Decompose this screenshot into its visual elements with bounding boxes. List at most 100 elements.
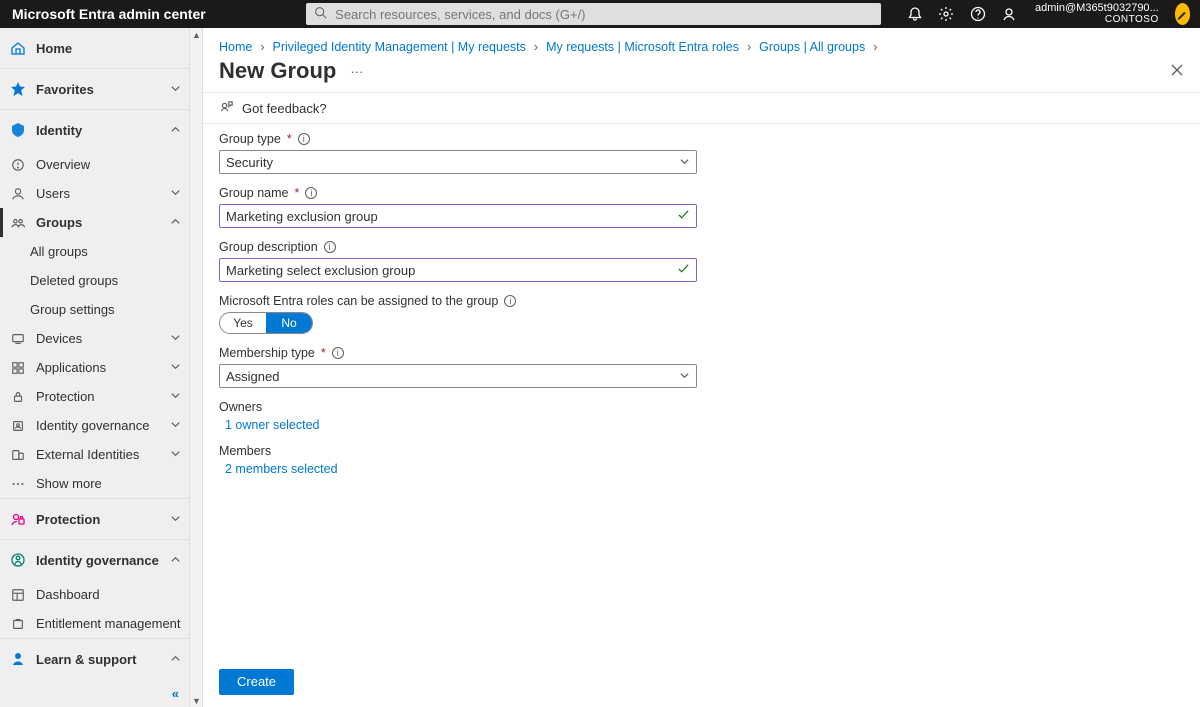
nav-users-label: Users [36,186,160,201]
idgov-icon [10,418,26,434]
avatar[interactable] [1175,3,1190,25]
page-title: New Group [219,58,336,84]
info-icon[interactable]: i [332,347,344,359]
breadcrumb-sep: › [260,40,264,54]
feedback-icon[interactable] [1000,0,1019,28]
tenant-name: CONTOSO [1105,15,1159,26]
group-description-input[interactable]: Marketing select exclusion group [219,258,697,282]
breadcrumb-myrequests[interactable]: My requests | Microsoft Entra roles [546,40,739,54]
chevron-down-icon [170,82,181,97]
brand-title: Microsoft Entra admin center [12,6,206,22]
group-type-select[interactable]: Security [219,150,697,174]
toggle-no[interactable]: No [266,313,312,333]
group-description-value: Marketing select exclusion group [226,263,677,278]
check-icon [677,262,690,278]
nav-show-more[interactable]: Show more [0,469,189,498]
info-icon[interactable]: i [298,133,310,145]
got-feedback-link[interactable]: Got feedback? [242,101,327,116]
nav-identity-governance[interactable]: Identity governance [0,540,189,580]
nav-users[interactable]: Users [0,179,189,208]
nav-dashboard[interactable]: Dashboard [0,580,189,609]
nav-overview[interactable]: Overview [0,150,189,179]
protection-icon [10,511,26,527]
users-icon [10,186,26,202]
nav-external-identities[interactable]: External Identities [0,440,189,469]
help-icon[interactable] [968,0,987,28]
membership-type-label: Membership type [219,346,315,360]
nav-applications[interactable]: Applications [0,353,189,382]
more-actions-icon[interactable]: ··· [346,60,367,83]
global-search[interactable] [306,3,881,25]
roles-assignable-label: Microsoft Entra roles can be assigned to… [219,294,498,308]
nav-group-settings[interactable]: Group settings [0,295,189,324]
nav-learn-support[interactable]: Learn & support [0,639,189,679]
breadcrumb-pim[interactable]: Privileged Identity Management | My requ… [273,40,526,54]
notifications-icon[interactable] [905,0,924,28]
nav-entitlement[interactable]: Entitlement management [0,609,189,638]
nav-idgov-sub-label: Identity governance [36,418,160,433]
search-input[interactable] [333,6,873,23]
external-identities-icon [10,447,26,463]
nav-deleted-groups[interactable]: Deleted groups [0,266,189,295]
nav-idgov-sub[interactable]: Identity governance [0,411,189,440]
nav-devices[interactable]: Devices [0,324,189,353]
required-indicator: * [287,132,292,146]
nav-devices-label: Devices [36,331,160,346]
nav-identity[interactable]: Identity [0,110,189,150]
scroll-up-icon[interactable]: ▲ [190,28,203,41]
star-icon [10,81,26,97]
nav-entitlement-label: Entitlement management [36,616,181,631]
nav-dashboard-label: Dashboard [36,587,181,602]
nav-overview-label: Overview [36,157,181,172]
breadcrumb-home[interactable]: Home [219,40,252,54]
chevron-up-icon [170,652,181,667]
identity-icon [10,122,26,138]
content: Home › Privileged Identity Management | … [203,28,1200,707]
breadcrumb-groups[interactable]: Groups | All groups [759,40,865,54]
group-name-input[interactable]: Marketing exclusion group [219,204,697,228]
sidebar: Home Favorites Identity Overview Users [0,28,190,707]
roles-assignable-toggle[interactable]: Yes No [219,312,313,334]
topbar: Microsoft Entra admin center admin@M365t… [0,0,1200,28]
nav-groups-label: Groups [36,215,160,230]
dashboard-icon [10,587,26,603]
group-name-label: Group name [219,186,288,200]
create-button[interactable]: Create [219,669,294,695]
account-email: admin@M365t9032790... [1035,3,1159,15]
breadcrumb: Home › Privileged Identity Management | … [203,28,1200,56]
chevron-down-icon [170,512,181,527]
group-type-value: Security [226,155,679,170]
membership-type-select[interactable]: Assigned [219,364,697,388]
footer-bar: Create [203,661,1200,707]
chevron-down-icon [679,155,690,170]
chevron-up-icon [170,553,181,568]
nav-protection-sub-label: Protection [36,389,160,404]
ellipsis-icon [10,476,26,492]
nav-groups[interactable]: Groups [0,208,189,237]
owners-selected-link[interactable]: 1 owner selected [219,418,1184,432]
nav-protection[interactable]: Protection [0,499,189,539]
nav-protection-sub[interactable]: Protection [0,382,189,411]
members-label: Members [219,444,271,458]
nav-all-groups[interactable]: All groups [0,237,189,266]
info-icon[interactable]: i [305,187,317,199]
toolbar: Got feedback? [203,92,1200,124]
nav-favorites[interactable]: Favorites [0,69,189,109]
scroll-down-icon[interactable]: ▼ [190,694,203,707]
group-type-label: Group type [219,132,281,146]
info-icon[interactable]: i [324,241,336,253]
account-info[interactable]: admin@M365t9032790... CONTOSO [1031,3,1163,25]
settings-icon[interactable] [937,0,956,28]
members-selected-link[interactable]: 2 members selected [219,462,1184,476]
sidebar-scrollbar[interactable]: ▲ ▼ [190,28,203,707]
group-description-label: Group description [219,240,318,254]
close-icon[interactable] [1170,63,1184,80]
toggle-yes[interactable]: Yes [220,313,266,333]
nav-identity-governance-label: Identity governance [36,553,160,568]
info-icon[interactable]: i [504,295,516,307]
nav-home[interactable]: Home [0,28,189,68]
chevron-up-icon [170,215,181,230]
owners-label: Owners [219,400,262,414]
sidebar-collapse[interactable]: « [0,679,189,707]
entitlement-icon [10,616,26,632]
